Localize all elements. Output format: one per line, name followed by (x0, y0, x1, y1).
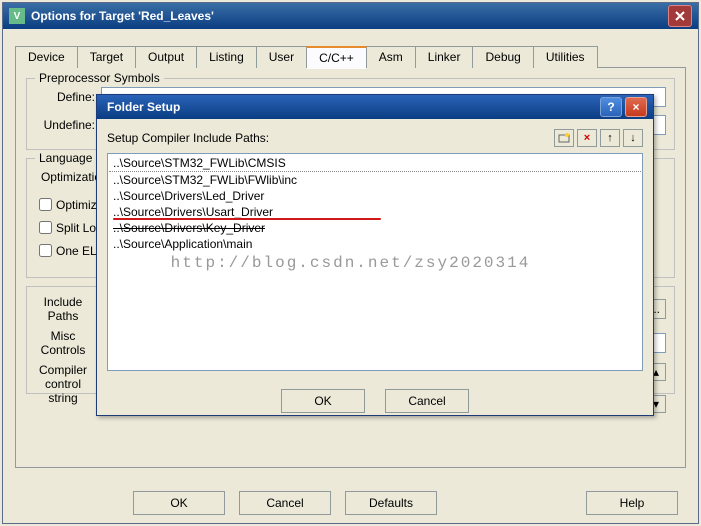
new-path-button[interactable] (554, 129, 574, 147)
folder-setup-title: Folder Setup (103, 100, 597, 114)
tab-c-cpp[interactable]: C/C++ (306, 46, 367, 68)
tabs: Device Target Output Listing User C/C++ … (15, 45, 686, 68)
tab-user[interactable]: User (256, 46, 307, 68)
new-folder-icon (558, 132, 570, 144)
tab-debug[interactable]: Debug (472, 46, 533, 68)
misc-controls-label: Misc Controls (35, 329, 91, 357)
folder-setup-dialog: Folder Setup ? × Setup Compiler Include … (96, 94, 654, 416)
list-item[interactable]: ..\Source\Drivers\Key_Driver (109, 220, 641, 236)
tab-linker[interactable]: Linker (415, 46, 474, 68)
list-item[interactable]: ..\Source\STM32_FWLib\FWlib\inc (109, 172, 641, 188)
tab-asm[interactable]: Asm (366, 46, 416, 68)
tab-listing[interactable]: Listing (196, 46, 257, 68)
undefine-label: Undefine: (35, 118, 95, 132)
tab-utilities[interactable]: Utilities (533, 46, 598, 68)
window-close-button[interactable] (668, 5, 692, 27)
folder-setup-cancel-button[interactable]: Cancel (385, 389, 469, 413)
list-item[interactable]: ..\Source\Drivers\Led_Driver (109, 188, 641, 204)
list-item[interactable]: ..\Source\Application\main (109, 236, 641, 252)
move-down-button[interactable]: ↓ (623, 129, 643, 147)
folder-setup-ok-button[interactable]: OK (281, 389, 365, 413)
move-up-button[interactable]: ↑ (600, 129, 620, 147)
folder-setup-body: Setup Compiler Include Paths: × ↑ ↓ ..\S… (97, 119, 653, 381)
tab-device[interactable]: Device (15, 46, 78, 68)
split-load-checkbox[interactable] (39, 221, 52, 234)
options-cancel-button[interactable]: Cancel (239, 491, 331, 515)
delete-path-button[interactable]: × (577, 129, 597, 147)
list-item[interactable]: ..\Source\Drivers\Usart_Driver (109, 204, 641, 220)
options-defaults-button[interactable]: Defaults (345, 491, 437, 515)
options-help-button[interactable]: Help (586, 491, 678, 515)
one-elf-checkbox[interactable] (39, 244, 52, 257)
tab-target[interactable]: Target (77, 46, 136, 68)
group-preprocessor-label: Preprocessor Symbols (35, 71, 164, 85)
group-language-label: Language (35, 151, 96, 165)
include-paths-label: Include Paths (35, 295, 91, 323)
options-titlebar: V Options for Target 'Red_Leaves' (3, 3, 698, 29)
tab-output[interactable]: Output (135, 46, 197, 68)
folder-setup-button-row: OK Cancel (97, 381, 653, 423)
compiler-string-label: Compiler control string (35, 363, 91, 405)
folder-setup-help-button[interactable]: ? (600, 97, 622, 117)
include-paths-listbox[interactable]: ..\Source\STM32_FWLib\CMSIS ..\Source\ST… (107, 153, 643, 371)
folder-setup-titlebar: Folder Setup ? × (97, 95, 653, 119)
folder-setup-close-button[interactable]: × (625, 97, 647, 117)
optimize-time-checkbox[interactable] (39, 198, 52, 211)
app-icon: V (9, 8, 25, 24)
list-item[interactable]: ..\Source\STM32_FWLib\CMSIS (109, 155, 641, 172)
folder-setup-label: Setup Compiler Include Paths: (107, 131, 551, 145)
window-title: Options for Target 'Red_Leaves' (31, 9, 668, 23)
options-ok-button[interactable]: OK (133, 491, 225, 515)
define-label: Define: (35, 90, 95, 104)
options-button-row: OK Cancel Defaults Help (3, 491, 698, 515)
